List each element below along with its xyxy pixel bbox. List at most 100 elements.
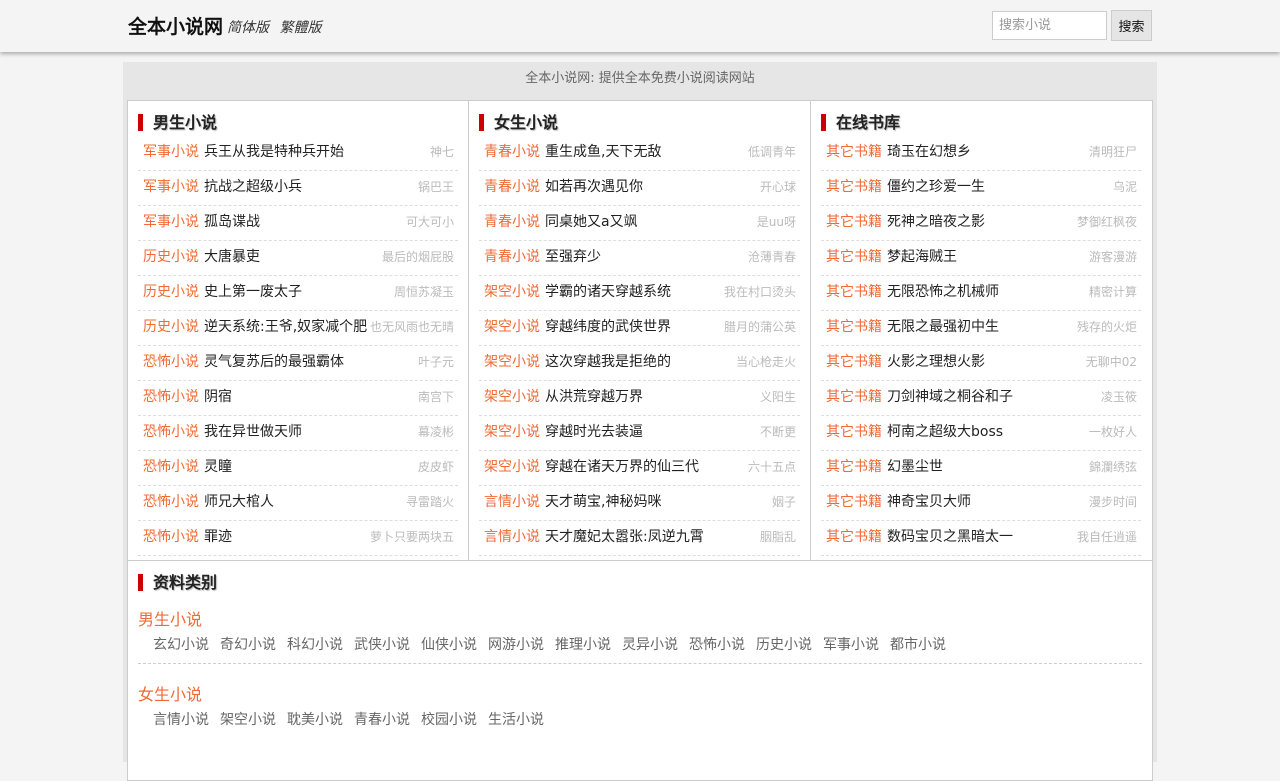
book-title-link[interactable]: 梦起海贼王	[887, 241, 957, 273]
book-title-link[interactable]: 穿越在诸天万界的仙三代	[545, 451, 699, 483]
book-category-link[interactable]: 青春小说	[484, 241, 540, 273]
book-category-link[interactable]: 恐怖小说	[143, 521, 199, 553]
book-title-link[interactable]: 死神之暗夜之影	[887, 206, 985, 238]
book-category-link[interactable]: 恐怖小说	[143, 451, 199, 483]
book-title-link[interactable]: 这次穿越我是拒绝的	[545, 346, 671, 378]
book-title-link[interactable]: 从洪荒穿越万界	[545, 381, 643, 413]
book-title-link[interactable]: 幻墨尘世	[887, 451, 943, 483]
book-category-link[interactable]: 青春小说	[484, 206, 540, 238]
site-logo[interactable]: 全本小说网	[128, 12, 223, 39]
book-category-link[interactable]: 其它书籍	[826, 521, 882, 553]
book-title-link[interactable]: 至强弃少	[545, 241, 601, 273]
category-link[interactable]: 奇幻小说	[220, 634, 276, 654]
book-title-link[interactable]: 柯南之超级大boss	[887, 416, 1003, 448]
book-title-link[interactable]: 穿越时光去装逼	[545, 416, 643, 448]
category-link[interactable]: 武侠小说	[354, 634, 410, 654]
book-category-link[interactable]: 军事小说	[143, 136, 199, 168]
book-category-link[interactable]: 其它书籍	[826, 381, 882, 413]
search-input[interactable]	[992, 11, 1107, 40]
book-title-link[interactable]: 学霸的诸天穿越系统	[545, 276, 671, 308]
book-row: 其它书籍 无限之最强初中生 残存的火炬	[821, 311, 1141, 346]
category-link[interactable]: 都市小说	[890, 634, 946, 654]
book-title-link[interactable]: 同桌她又a又飒	[545, 206, 638, 238]
book-category-link[interactable]: 军事小说	[143, 206, 199, 238]
book-category-link[interactable]: 其它书籍	[826, 346, 882, 378]
category-link[interactable]: 青春小说	[354, 709, 410, 729]
category-link[interactable]: 军事小说	[823, 634, 879, 654]
book-title-link[interactable]: 师兄大棺人	[204, 486, 274, 518]
category-link[interactable]: 推理小说	[555, 634, 611, 654]
category-link[interactable]: 灵异小说	[622, 634, 678, 654]
book-title-link[interactable]: 火影之理想火影	[887, 346, 985, 378]
book-category-link[interactable]: 其它书籍	[826, 206, 882, 238]
book-title-link[interactable]: 重生成鱼,天下无敌	[545, 136, 661, 168]
book-title-link[interactable]: 如若再次遇见你	[545, 171, 643, 203]
book-category-link[interactable]: 其它书籍	[826, 416, 882, 448]
book-title-link[interactable]: 数码宝贝之黑暗太一	[887, 521, 1013, 553]
book-title-link[interactable]: 孤岛谍战	[204, 206, 260, 238]
book-title-link[interactable]: 无限恐怖之机械师	[887, 276, 999, 308]
book-title-link[interactable]: 灵气复苏后的最强霸体	[204, 346, 344, 378]
book-category-link[interactable]: 其它书籍	[826, 136, 882, 168]
book-category-link[interactable]: 其它书籍	[826, 311, 882, 343]
book-category-link[interactable]: 架空小说	[484, 276, 540, 308]
book-category-link[interactable]: 其它书籍	[826, 276, 882, 308]
book-title-link[interactable]: 神奇宝贝大师	[887, 486, 971, 518]
book-category-link[interactable]: 恐怖小说	[143, 416, 199, 448]
book-category-link[interactable]: 历史小说	[143, 241, 199, 273]
book-category-link[interactable]: 其它书籍	[826, 486, 882, 518]
book-category-link[interactable]: 军事小说	[143, 171, 199, 203]
book-category-link[interactable]: 架空小说	[484, 416, 540, 448]
book-category-link[interactable]: 其它书籍	[826, 171, 882, 203]
book-title-link[interactable]: 无限之最强初中生	[887, 311, 999, 343]
book-title-link[interactable]: 抗战之超级小兵	[204, 171, 302, 203]
book-title-link[interactable]: 罪迹	[204, 521, 232, 553]
book-category-link[interactable]: 青春小说	[484, 136, 540, 168]
book-category-link[interactable]: 其它书籍	[826, 451, 882, 483]
traditional-version-link[interactable]: 繁體版	[279, 20, 321, 36]
book-list: 其它书籍 琦玉在幻想乡 清明狂尸 其它书籍 僵约之珍爱一生 乌泥 其它书籍 死神之暗夜之影 梦御…	[821, 136, 1141, 556]
book-category-link[interactable]: 青春小说	[484, 171, 540, 203]
book-title-link[interactable]: 琦玉在幻想乡	[887, 136, 971, 168]
book-title-link[interactable]: 史上第一废太子	[204, 276, 302, 308]
book-category-link[interactable]: 架空小说	[484, 311, 540, 343]
category-group-name[interactable]: 女生小说	[138, 681, 202, 705]
book-title-link[interactable]: 天才魔妃太嚣张:凤逆九霄	[545, 521, 704, 553]
book-category-link[interactable]: 历史小说	[143, 276, 199, 308]
book-title-link[interactable]: 僵约之珍爱一生	[887, 171, 985, 203]
book-title-link[interactable]: 逆天系统:王爷,奴家减个肥	[204, 311, 367, 343]
category-link[interactable]: 仙侠小说	[421, 634, 477, 654]
book-category-link[interactable]: 恐怖小说	[143, 346, 199, 378]
category-link[interactable]: 言情小说	[153, 709, 209, 729]
book-title-link[interactable]: 兵王从我是特种兵开始	[204, 136, 344, 168]
book-title-link[interactable]: 阴宿	[204, 381, 232, 413]
book-category-link[interactable]: 言情小说	[484, 521, 540, 553]
book-category-link[interactable]: 架空小说	[484, 346, 540, 378]
book-category-link[interactable]: 架空小说	[484, 381, 540, 413]
search-button[interactable]: 搜索	[1111, 10, 1152, 41]
book-category-link[interactable]: 历史小说	[143, 311, 199, 343]
category-group-name[interactable]: 男生小说	[138, 606, 202, 630]
category-link[interactable]: 生活小说	[488, 709, 544, 729]
book-title-link[interactable]: 穿越纬度的武侠世界	[545, 311, 671, 343]
category-link[interactable]: 玄幻小说	[153, 634, 209, 654]
book-title-link[interactable]: 我在异世做天师	[204, 416, 302, 448]
category-link[interactable]: 历史小说	[756, 634, 812, 654]
book-category-link[interactable]: 架空小说	[484, 451, 540, 483]
book-category-link[interactable]: 其它书籍	[826, 241, 882, 273]
book-category-link[interactable]: 言情小说	[484, 486, 540, 518]
book-category-link[interactable]: 恐怖小说	[143, 381, 199, 413]
book-category-link[interactable]: 恐怖小说	[143, 486, 199, 518]
category-link[interactable]: 恐怖小说	[689, 634, 745, 654]
simplified-version-link[interactable]: 简体版	[227, 20, 269, 36]
book-title-link[interactable]: 大唐暴吏	[204, 241, 260, 273]
book-title-link[interactable]: 灵瞳	[204, 451, 232, 483]
book-row: 架空小说 学霸的诸天穿越系统 我在村口烫头	[479, 276, 800, 311]
category-link[interactable]: 科幻小说	[287, 634, 343, 654]
category-link[interactable]: 架空小说	[220, 709, 276, 729]
category-link[interactable]: 校园小说	[421, 709, 477, 729]
category-link[interactable]: 耽美小说	[287, 709, 343, 729]
book-title-link[interactable]: 天才萌宝,神秘妈咪	[545, 486, 661, 518]
category-link[interactable]: 网游小说	[488, 634, 544, 654]
book-title-link[interactable]: 刀剑神域之桐谷和子	[887, 381, 1013, 413]
